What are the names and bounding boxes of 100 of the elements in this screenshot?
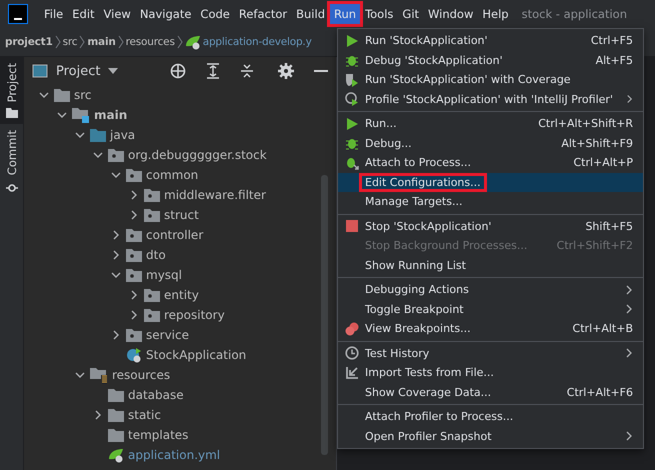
- menu-item[interactable]: Help: [478, 4, 513, 24]
- menu-item[interactable]: Tools: [361, 4, 398, 24]
- bug-icon: [345, 53, 359, 68]
- panel-window-icon: [32, 64, 48, 78]
- menu-entry[interactable]: Stop 'StockApplication' Shift+F5: [338, 216, 643, 236]
- package-folder-icon: [144, 288, 160, 302]
- breadcrumb-item[interactable]: resources: [126, 36, 175, 48]
- package-folder-icon: [126, 228, 142, 242]
- resources-folder-icon: [90, 367, 108, 383]
- settings-icon: [278, 63, 294, 79]
- menu-entry[interactable]: Profile 'StockApplication' with 'IntelliJ Profiler': [338, 90, 643, 109]
- clock-icon: [345, 346, 359, 360]
- package-folder-icon: [126, 248, 142, 262]
- package-folder-icon: [108, 148, 124, 162]
- menu-item[interactable]: Run: [330, 4, 360, 24]
- menu-item[interactable]: Git: [398, 4, 424, 24]
- folder-icon: [90, 128, 106, 142]
- menu-entry[interactable]: Open Profiler Snapshot: [338, 426, 643, 446]
- minimize-icon: [314, 70, 328, 72]
- menu-entry[interactable]: Debug 'StockApplication' Alt+F5: [338, 50, 643, 70]
- tree-item[interactable]: StockApplication: [146, 348, 246, 362]
- clock-play-icon: [345, 92, 359, 106]
- tree-item[interactable]: entity: [164, 288, 199, 302]
- breadcrumb-separator-icon: [54, 35, 61, 49]
- breadcrumb-separator-icon: [118, 35, 124, 49]
- package-folder-icon: [144, 308, 160, 322]
- breadcrumb-separator-icon: [176, 35, 183, 49]
- window-title: stock - application: [522, 7, 628, 21]
- folder-icon: [6, 108, 18, 118]
- folder-icon: [108, 428, 124, 442]
- tree-item[interactable]: common: [146, 168, 198, 182]
- menu-entry[interactable]: Show Coverage Data... Ctrl+Alt+F6: [338, 382, 643, 402]
- tree-item[interactable]: struct: [164, 208, 199, 222]
- tree-item[interactable]: service: [146, 328, 189, 342]
- tree-item[interactable]: controller: [146, 228, 204, 242]
- menu-entry[interactable]: Manage Targets...: [338, 192, 643, 212]
- tree-item[interactable]: application.yml: [128, 448, 220, 462]
- shield-play-icon: [345, 72, 359, 87]
- expand-all-icon: [206, 63, 220, 79]
- tree-item[interactable]: dto: [146, 248, 166, 262]
- menu-entry[interactable]: Toggle Breakpoint: [338, 300, 643, 319]
- menu-item[interactable]: View: [100, 4, 135, 24]
- folder-icon: [72, 107, 90, 123]
- menu-entry[interactable]: Run... Ctrl+Alt+Shift+R: [338, 114, 643, 134]
- tree-item[interactable]: main: [94, 108, 128, 122]
- spring-class-icon: [126, 347, 142, 363]
- tool-window-tab[interactable]: Commit: [0, 124, 23, 200]
- menu-entry[interactable]: View Breakpoints... Ctrl+Alt+B: [338, 319, 643, 338]
- menu-entry[interactable]: Test History: [338, 344, 643, 363]
- tree-item[interactable]: database: [128, 388, 184, 402]
- bug-icon: [345, 136, 359, 150]
- package-folder-icon: [144, 188, 160, 202]
- import-arrow-icon: [345, 366, 359, 380]
- breadcrumb-item[interactable]: main: [87, 36, 116, 48]
- menu-entry[interactable]: Debugging Actions: [338, 280, 643, 300]
- package-folder-icon: [144, 208, 160, 222]
- menu-entry[interactable]: Run 'StockApplication' Ctrl+F5: [338, 31, 643, 50]
- menu-item[interactable]: Window: [424, 4, 478, 24]
- stop-icon: [346, 220, 358, 232]
- breadcrumb-separator-icon: [79, 35, 86, 49]
- breakpoints-icon: [345, 322, 359, 336]
- commit-icon: [6, 182, 18, 194]
- collapse-all-icon: [240, 63, 254, 79]
- spring-leaf-file-icon: [108, 447, 124, 463]
- menu-entry[interactable]: Attach Profiler to Process...: [338, 407, 643, 426]
- menu-item[interactable]: Build: [292, 4, 329, 24]
- breadcrumb-item[interactable]: src: [62, 36, 78, 48]
- tree-item[interactable]: src: [74, 88, 92, 102]
- folder-icon: [54, 88, 70, 102]
- menu-entry[interactable]: Run 'StockApplication' with Coverage: [338, 70, 643, 90]
- tree-item[interactable]: java: [110, 128, 136, 142]
- app-logo[interactable]: [8, 4, 28, 24]
- tree-item[interactable]: org.debuggggger.stock: [128, 148, 267, 162]
- tree-item[interactable]: templates: [128, 428, 188, 442]
- tree-item[interactable]: middleware.filter: [164, 188, 266, 202]
- menu-entry[interactable]: Attach to Process... Ctrl+Alt+P: [338, 153, 643, 172]
- tree-item[interactable]: resources: [112, 368, 170, 382]
- tool-window-tab[interactable]: Project: [0, 57, 23, 124]
- panel-title[interactable]: Project: [56, 64, 100, 78]
- play-icon: [345, 116, 359, 131]
- breadcrumb-item[interactable]: project1: [5, 36, 53, 48]
- menu-item[interactable]: File: [40, 4, 68, 24]
- tree-item[interactable]: mysql: [146, 268, 182, 282]
- bug-arrow-icon: [345, 156, 359, 170]
- menu-entry[interactable]: Import Tests from File...: [338, 363, 643, 382]
- folder-icon: [108, 388, 124, 402]
- tree-item[interactable]: static: [128, 408, 161, 422]
- menu-entry[interactable]: Show Running List: [338, 256, 643, 275]
- crosshair-icon: [170, 63, 186, 79]
- tree-item[interactable]: repository: [164, 308, 225, 322]
- menu-item[interactable]: Edit: [68, 4, 99, 24]
- menu-item[interactable]: Code: [196, 4, 234, 24]
- menu-entry[interactable]: Debug... Alt+Shift+F9: [338, 134, 643, 153]
- menu-item[interactable]: Refactor: [234, 4, 292, 24]
- breadcrumb-item[interactable]: application-develop.y: [202, 36, 312, 48]
- menu-entry[interactable]: Edit Configurations...: [338, 172, 643, 192]
- menu-item[interactable]: Navigate: [136, 4, 196, 24]
- scrollbar-thumb[interactable]: [321, 175, 328, 455]
- package-folder-icon: [126, 328, 142, 342]
- dropdown-arrow-icon: [108, 68, 118, 74]
